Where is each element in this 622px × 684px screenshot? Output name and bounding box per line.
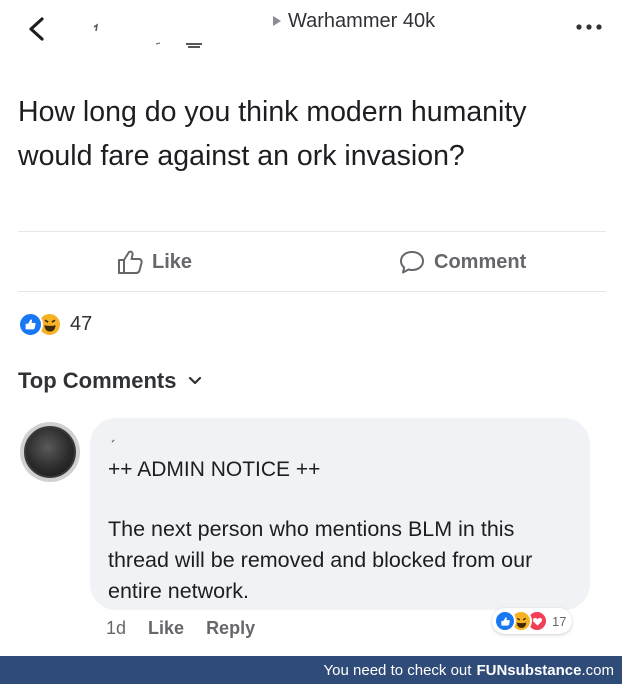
avatar[interactable] <box>20 422 80 482</box>
reaction-count: 47 <box>70 312 93 335</box>
footer-banner: You need to check out FUNsubstance .com <box>0 656 622 684</box>
triangle-right-icon <box>273 16 281 26</box>
top-bar: Warhammer 40k <box>0 0 622 52</box>
comment-button[interactable]: Comment <box>398 248 526 276</box>
divider-top <box>18 231 606 232</box>
footer-brand-suffix: .com <box>581 661 614 679</box>
top-comments-sort[interactable]: Top Comments <box>18 368 202 394</box>
comment-label: Comment <box>434 250 527 273</box>
comment-reply-button[interactable]: Reply <box>206 618 255 639</box>
post-text: How long do you think modern humanity wo… <box>18 96 527 172</box>
footer-brand: FUNsubstance <box>476 661 582 679</box>
like-button[interactable]: Like <box>116 248 192 276</box>
reactions-summary[interactable]: 47 <box>18 310 92 338</box>
comment-reaction-count: 17 <box>552 613 567 629</box>
like-label: Like <box>152 250 193 273</box>
chevron-left-icon[interactable] <box>26 16 48 42</box>
comment-time: 1d <box>106 618 127 638</box>
more-horizontal-icon[interactable] <box>574 22 604 32</box>
like-reaction-icon <box>494 610 516 632</box>
admin-notice-heading: ++ ADMIN NOTICE ++ <box>108 458 321 481</box>
chevron-down-icon <box>189 376 202 385</box>
comment-bubble: ++ ADMIN NOTICE ++ The next person who m… <box>90 418 590 610</box>
blurred-author-mark <box>93 23 202 48</box>
comment-meta: 1d Like Reply <box>106 618 255 639</box>
footer-text: You need to check out <box>323 661 472 679</box>
avatar-image <box>24 426 76 478</box>
comment-body: The next person who mentions BLM in this… <box>108 517 533 603</box>
comment-reactions[interactable]: 17 <box>492 608 573 634</box>
group-name[interactable]: Warhammer 40k <box>288 10 435 33</box>
comment-like-button[interactable]: Like <box>148 618 184 639</box>
comment-bubble-icon <box>400 251 424 274</box>
breadcrumb[interactable]: Warhammer 40k <box>272 9 435 33</box>
divider-bottom <box>18 291 606 292</box>
like-reaction-icon <box>18 311 43 337</box>
thumbs-up-icon <box>118 250 143 274</box>
blurred-author-name <box>111 439 115 443</box>
top-comments-label: Top Comments <box>18 368 177 393</box>
